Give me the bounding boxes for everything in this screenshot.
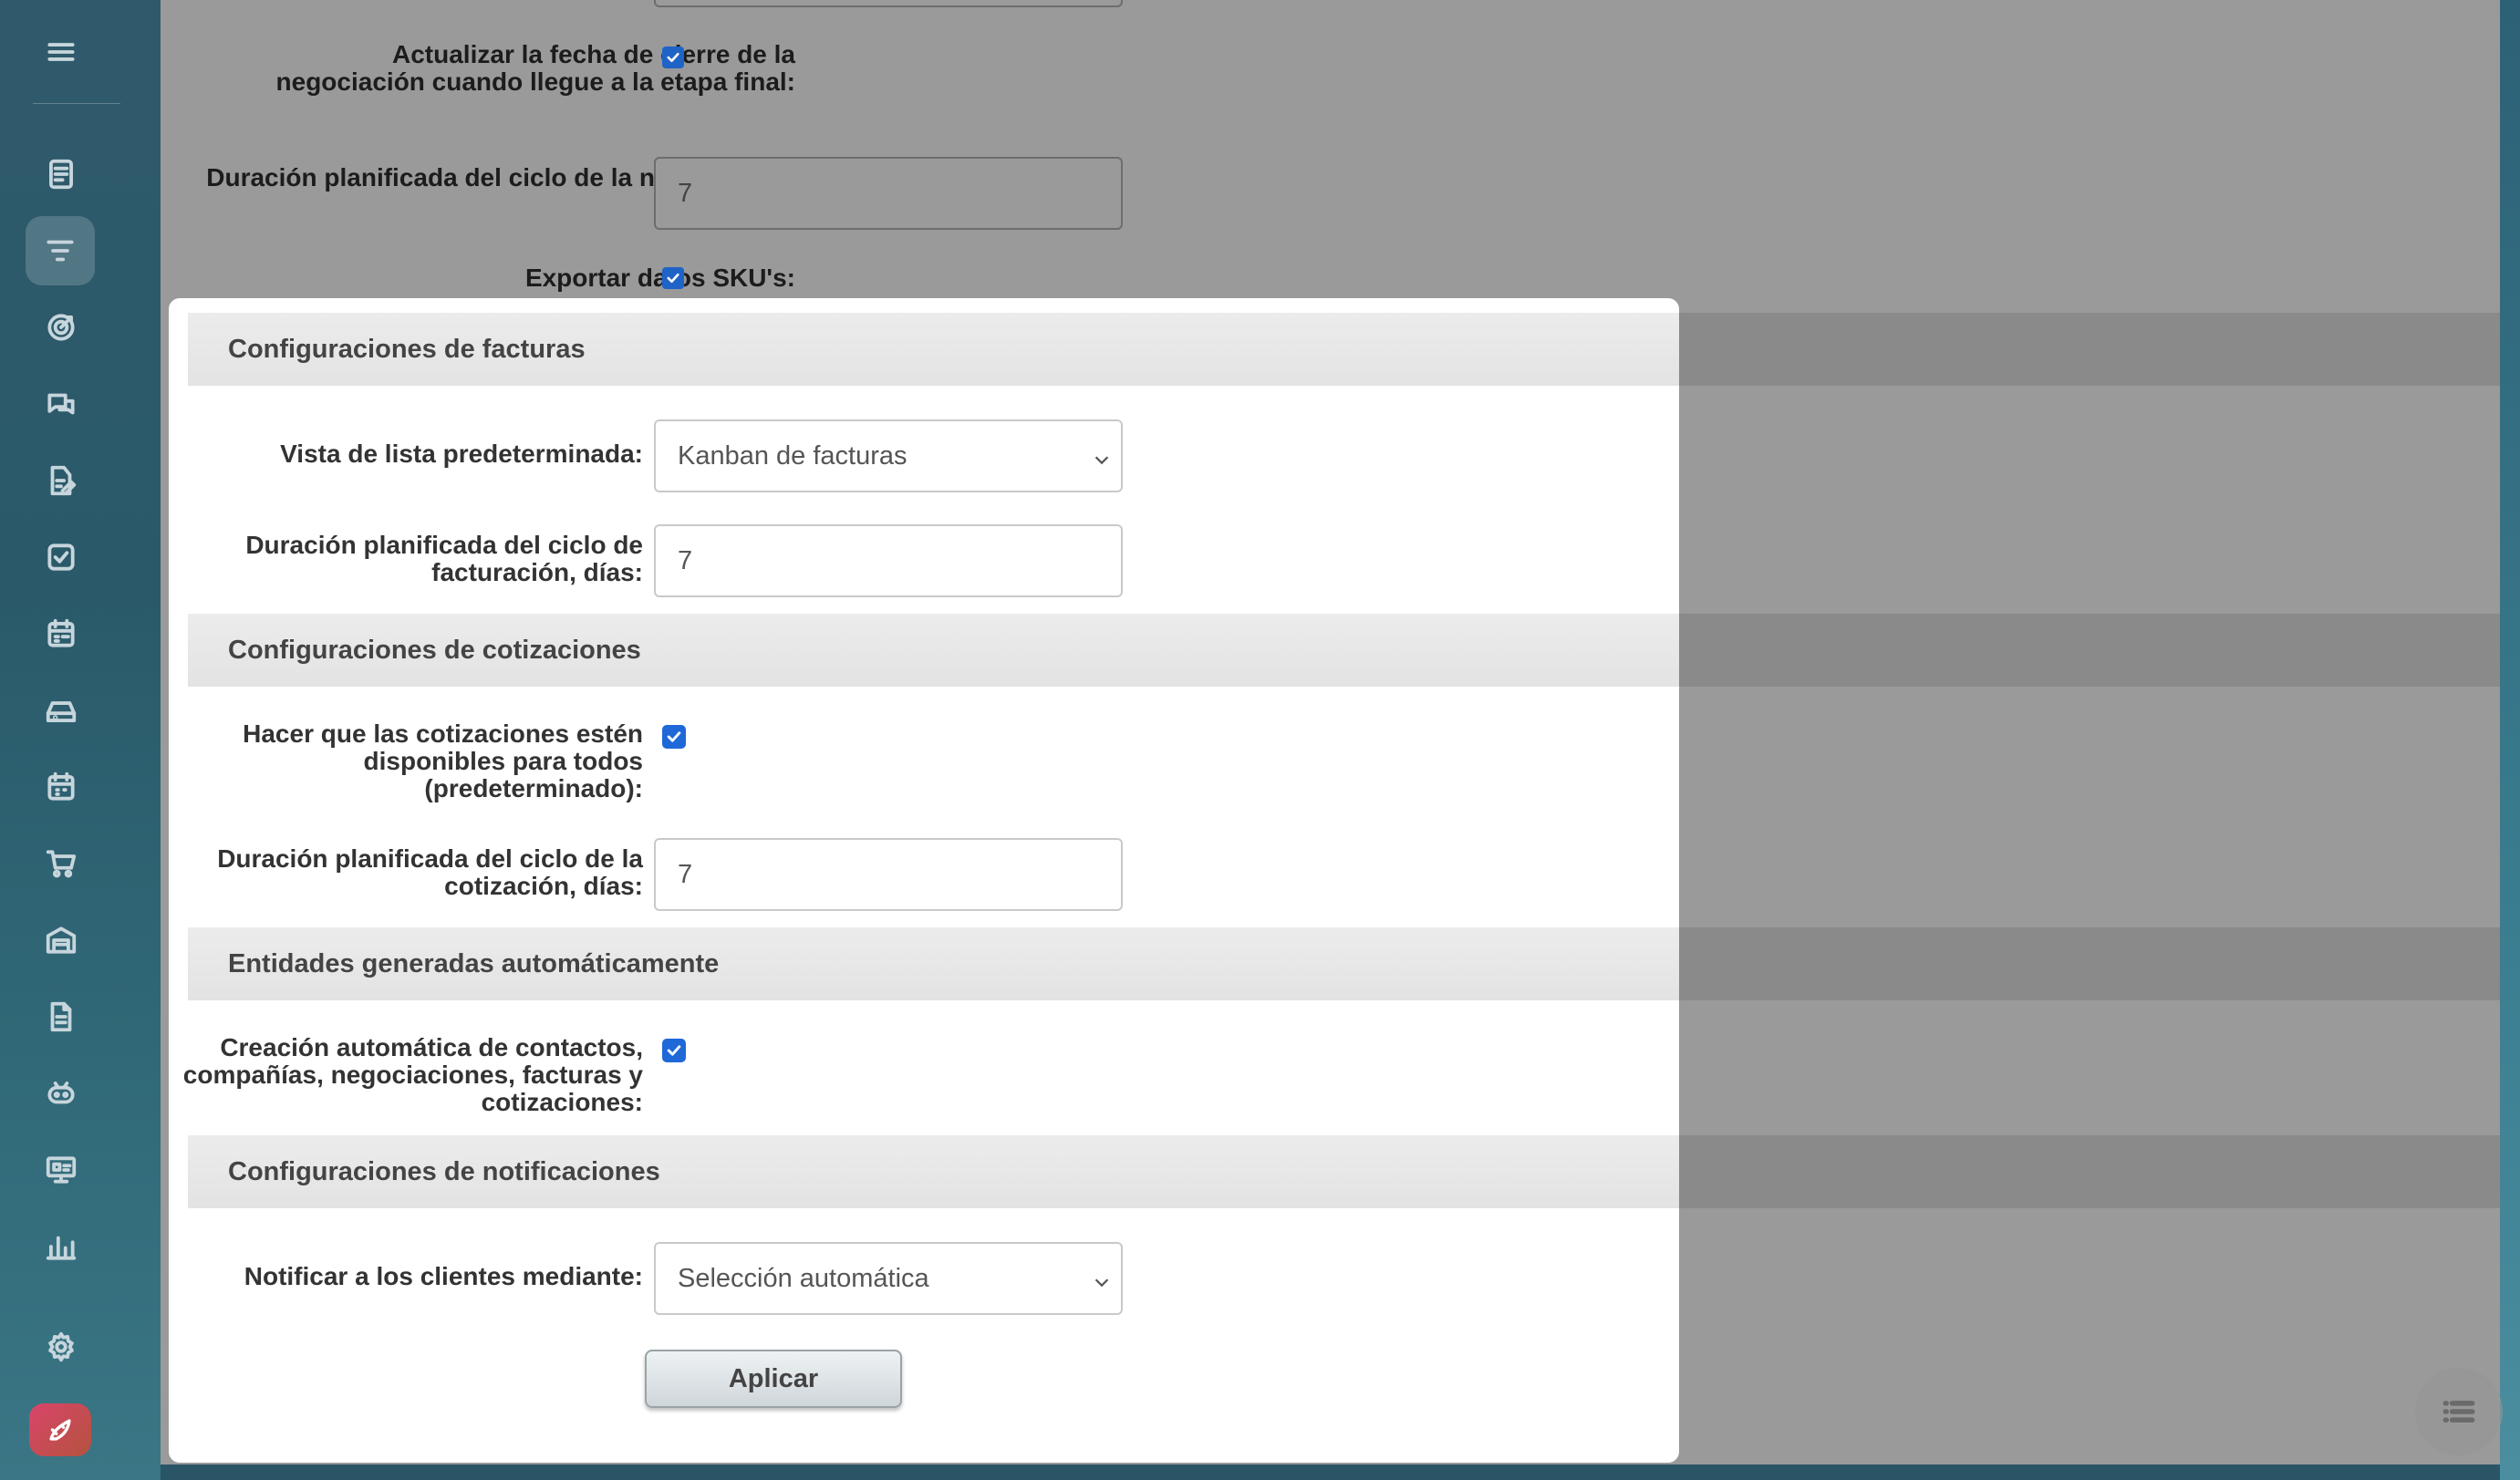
calendar-grid-icon[interactable]: [36, 609, 86, 658]
update-close-date-checkbox[interactable]: [662, 47, 684, 68]
chevron-down-icon: [1092, 447, 1112, 467]
billing-cycle-label: Duración planificada del ciclo de factur…: [245, 531, 643, 586]
quotes-available-checkbox[interactable]: [662, 725, 686, 749]
chat-icon[interactable]: [36, 379, 86, 429]
quotes-section-title: Configuraciones de cotizaciones: [228, 635, 641, 665]
notifications-section-title: Configuraciones de notificaciones: [228, 1156, 660, 1186]
update-close-date-label: Actualizar la fecha de cierre de la nego…: [275, 40, 795, 96]
section-bar-dim: [1679, 614, 2520, 687]
background-field-top: [654, 0, 1123, 7]
billing-cycle-input[interactable]: 7: [654, 524, 1123, 597]
chevron-down-icon: [1092, 1269, 1112, 1289]
apply-button[interactable]: Aplicar: [645, 1350, 902, 1408]
section-bar-dim: [1679, 1135, 2520, 1208]
default-view-value: Kanban de facturas: [678, 440, 907, 471]
export-sku-label: Exportar datos SKU's:: [524, 264, 795, 292]
deal-cycle-input[interactable]: 7: [654, 157, 1123, 230]
invoices-section-header: Configuraciones de facturas: [188, 313, 1679, 386]
notify-clients-label: Notificar a los clientes mediante:: [244, 1262, 643, 1290]
section-bar-dim: [1679, 313, 2520, 386]
funnel-icon[interactable]: [26, 216, 95, 285]
list-menu-icon[interactable]: [2415, 1368, 2503, 1455]
analytics-icon[interactable]: [36, 1222, 86, 1271]
edit-document-icon[interactable]: [36, 456, 86, 505]
file-icon[interactable]: [36, 992, 86, 1041]
quotes-available-label: Hacer que las cotizaciones estén disponi…: [243, 719, 643, 802]
auto-entities-section-header: Entidades generadas automáticamente: [188, 927, 1679, 1000]
default-view-select[interactable]: Kanban de facturas: [654, 419, 1123, 492]
default-view-label: Vista de lista predeterminada:: [280, 440, 643, 468]
notify-clients-select[interactable]: Selección automática: [654, 1242, 1123, 1315]
quotes-section-header: Configuraciones de cotizaciones: [188, 614, 1679, 687]
rocket-icon[interactable]: [29, 1403, 91, 1456]
quote-cycle-input[interactable]: 7: [654, 838, 1123, 911]
inbox-icon[interactable]: [36, 686, 86, 735]
auto-entities-section-title: Entidades generadas automáticamente: [228, 948, 720, 978]
warehouse-icon[interactable]: [36, 916, 86, 965]
target-icon[interactable]: [36, 303, 86, 352]
notifications-section-header: Configuraciones de notificaciones: [188, 1135, 1679, 1208]
section-bar-dim: [1679, 927, 2520, 1000]
cart-icon[interactable]: [36, 839, 86, 888]
export-sku-checkbox[interactable]: [662, 267, 684, 289]
auto-create-checkbox[interactable]: [662, 1039, 686, 1062]
settings-card: Configuraciones de facturas Vista de lis…: [169, 298, 1679, 1463]
invoices-section-title: Configuraciones de facturas: [228, 334, 586, 364]
document-icon[interactable]: [36, 150, 86, 199]
right-edge: [2500, 0, 2520, 1480]
sidebar-divider: [33, 103, 120, 104]
settings-icon[interactable]: [36, 1322, 86, 1371]
notify-clients-value: Selección automática: [678, 1263, 929, 1293]
quote-cycle-label: Duración planificada del ciclo de la cot…: [217, 844, 643, 900]
robot-icon[interactable]: [36, 1069, 86, 1118]
presentation-icon[interactable]: [36, 1145, 86, 1195]
menu-icon[interactable]: [36, 27, 86, 77]
calendar-icon[interactable]: [36, 762, 86, 812]
left-sidebar: [0, 0, 161, 1480]
auto-create-label: Creación automática de contactos, compañ…: [182, 1033, 643, 1116]
task-icon[interactable]: [36, 533, 86, 582]
